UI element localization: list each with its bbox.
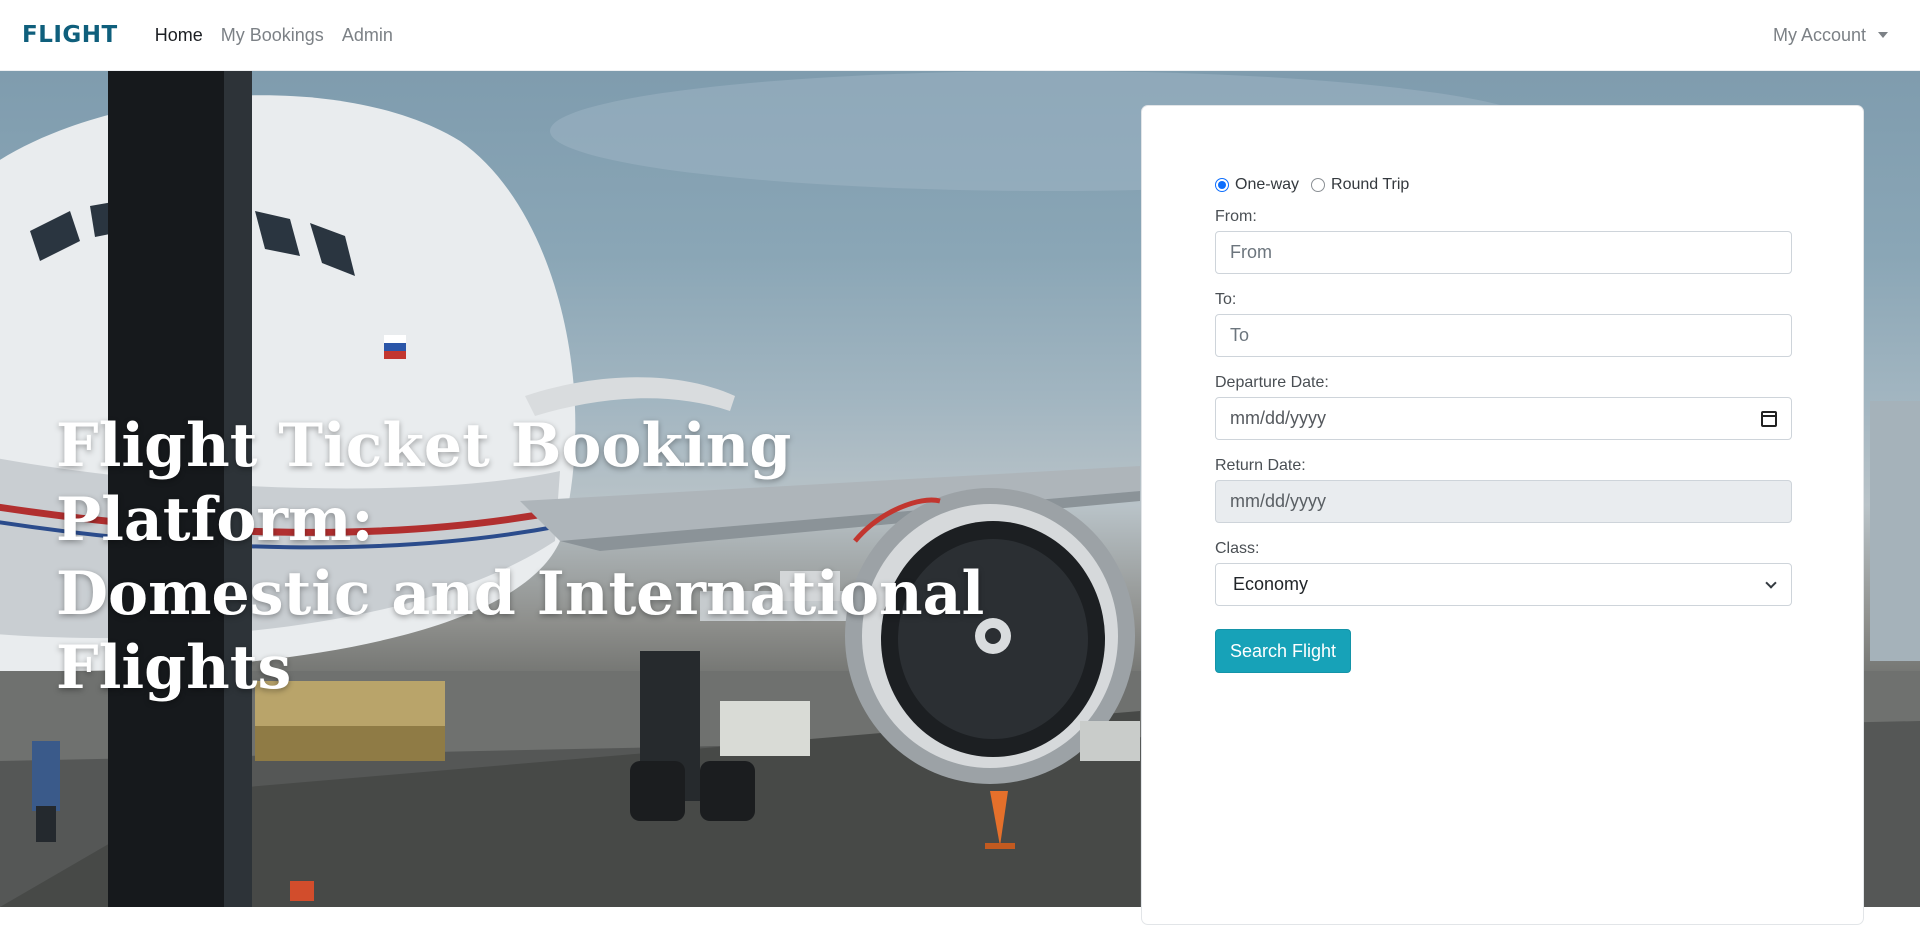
nav-link-my-bookings[interactable]: My Bookings bbox=[212, 25, 333, 46]
nav-links: Home My Bookings Admin bbox=[146, 25, 402, 46]
one-way-radio[interactable] bbox=[1215, 178, 1229, 192]
class-label: Class: bbox=[1215, 540, 1260, 557]
departure-date-input[interactable]: mm/dd/yyyy bbox=[1215, 397, 1792, 440]
my-account-label: My Account bbox=[1772, 24, 1866, 45]
from-label: From: bbox=[1215, 208, 1257, 225]
hero-title-line-2: Domestic and International bbox=[56, 559, 985, 629]
calendar-icon[interactable] bbox=[1761, 410, 1777, 427]
hero-title-line-3: Flights bbox=[56, 633, 292, 703]
class-select[interactable]: Economy bbox=[1215, 563, 1792, 606]
return-date-label: Return Date: bbox=[1215, 457, 1306, 474]
flight-search-card: One-way Round Trip From: From To: To Dep… bbox=[1141, 105, 1864, 925]
one-way-label[interactable]: One-way bbox=[1235, 176, 1299, 194]
return-date-placeholder: mm/dd/yyyy bbox=[1230, 491, 1327, 511]
round-trip-radio[interactable] bbox=[1311, 178, 1326, 192]
to-label: To: bbox=[1215, 291, 1237, 308]
from-placeholder: From bbox=[1230, 242, 1272, 262]
hero-title-line-1: Flight Ticket Booking Platform: bbox=[56, 411, 792, 555]
top-navbar: FLIGHT Home My Bookings Admin My Account bbox=[0, 0, 1920, 71]
nav-link-admin[interactable]: Admin bbox=[333, 25, 402, 46]
departure-date-label: Departure Date: bbox=[1215, 374, 1329, 391]
nav-link-home[interactable]: Home bbox=[146, 25, 212, 46]
hero-title: Flight Ticket Booking Platform: Domestic… bbox=[56, 409, 1056, 705]
class-selected-value: Economy bbox=[1233, 574, 1309, 594]
from-input[interactable]: From bbox=[1215, 231, 1792, 274]
brand-logo[interactable]: FLIGHT bbox=[22, 22, 118, 48]
to-input[interactable]: To bbox=[1215, 314, 1792, 357]
trip-type-group: One-way Round Trip bbox=[1215, 176, 1791, 194]
caret-down-icon bbox=[1878, 32, 1888, 38]
departure-date-placeholder: mm/dd/yyyy bbox=[1230, 408, 1327, 428]
to-placeholder: To bbox=[1230, 325, 1250, 345]
chevron-down-icon bbox=[1765, 576, 1777, 589]
search-flight-button[interactable]: Search Flight bbox=[1215, 629, 1351, 673]
return-date-input: mm/dd/yyyy bbox=[1215, 480, 1792, 523]
round-trip-label[interactable]: Round Trip bbox=[1331, 176, 1409, 194]
my-account-dropdown[interactable]: My Account bbox=[1773, 25, 1898, 46]
